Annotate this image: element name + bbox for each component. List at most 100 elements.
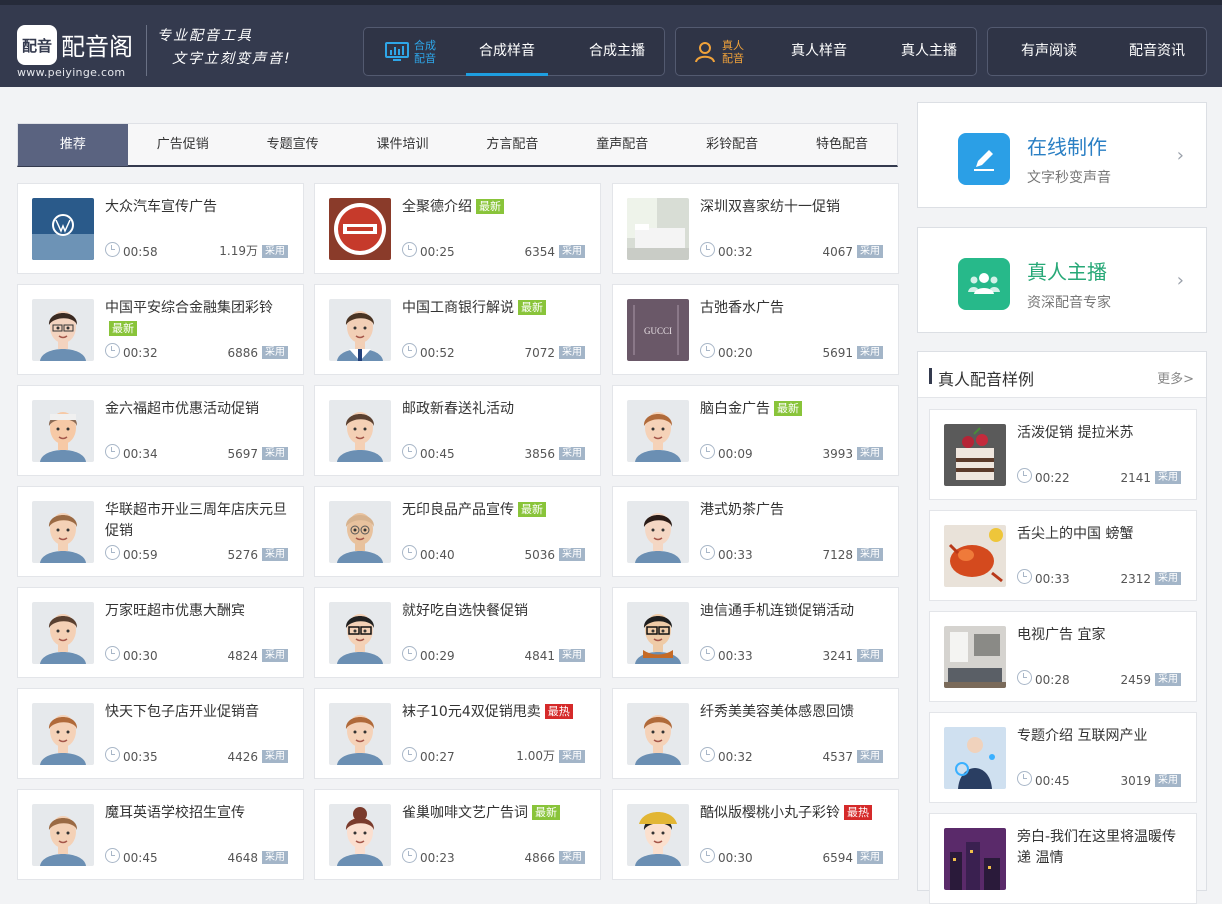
- sample-card[interactable]: 纤秀美美容美体感恩回馈 00:32 4537 采用: [612, 688, 899, 779]
- tab-3[interactable]: 专题宣传: [238, 124, 348, 166]
- chevron-right-icon[interactable]: ›: [1177, 145, 1184, 166]
- human-anchor-title[interactable]: 真人主播: [1027, 256, 1107, 285]
- use-button[interactable]: 采用: [262, 548, 288, 561]
- thumbnail-man-glasses[interactable]: [329, 602, 391, 664]
- card-title-text[interactable]: 舌尖上的中国 螃蟹: [1017, 526, 1133, 542]
- card-title-text[interactable]: 深圳双喜家纺十一促销: [700, 199, 840, 215]
- human-anchor-panel[interactable]: 真人主播 资深配音专家 ›: [917, 227, 1207, 333]
- card-title[interactable]: 迪信通手机连锁促销活动: [700, 601, 890, 622]
- thumbnail-woman[interactable]: [32, 804, 94, 866]
- sample-card[interactable]: 袜子10元4双促销甩卖 最热 00:27 1.00万 采用: [314, 688, 601, 779]
- sample-card[interactable]: 金六福超市优惠活动促销 00:34 5697 采用: [17, 385, 304, 476]
- use-button[interactable]: 采用: [857, 851, 883, 864]
- card-title[interactable]: 脑白金广告 最新: [700, 399, 890, 420]
- tab-6[interactable]: 童声配音: [567, 124, 677, 166]
- thumbnail-city[interactable]: [944, 828, 1006, 890]
- nav-human-sample[interactable]: 真人样音: [778, 28, 860, 75]
- nav-audiobook[interactable]: 有声阅读: [1008, 28, 1090, 75]
- thumbnail-interior[interactable]: [944, 626, 1006, 688]
- card-title-text[interactable]: 脑白金广告: [700, 401, 770, 417]
- nav-human-anchor[interactable]: 真人主播: [888, 28, 970, 75]
- card-title[interactable]: 华联超市开业三周年店庆元旦促销: [105, 500, 295, 542]
- card-title[interactable]: 快天下包子店开业促销音: [105, 702, 295, 723]
- thumbnail-girl-hat[interactable]: [627, 804, 689, 866]
- thumbnail-boy[interactable]: [627, 400, 689, 462]
- card-title-text[interactable]: 邮政新春送礼活动: [402, 401, 514, 417]
- use-button[interactable]: 采用: [559, 649, 585, 662]
- sample-card[interactable]: 邮政新春送礼活动 00:45 3856 采用: [314, 385, 601, 476]
- use-button[interactable]: 采用: [262, 245, 288, 258]
- card-title-text[interactable]: 魔耳英语学校招生宣传: [105, 805, 245, 821]
- use-button[interactable]: 采用: [262, 851, 288, 864]
- card-title[interactable]: 酷似版樱桃小丸子彩铃 最热: [700, 803, 890, 824]
- brand-name[interactable]: 配音阁: [61, 27, 133, 62]
- use-button[interactable]: 采用: [559, 750, 585, 763]
- use-button[interactable]: 采用: [857, 447, 883, 460]
- use-button[interactable]: 采用: [1155, 572, 1181, 585]
- sample-list-item[interactable]: 舌尖上的中国 螃蟹 00:33 2312 采用: [929, 510, 1197, 601]
- use-button[interactable]: 采用: [262, 447, 288, 460]
- card-title[interactable]: 雀巢咖啡文艺广告词 最新: [402, 803, 592, 824]
- card-title-text[interactable]: 活泼促销 提拉米苏: [1017, 425, 1133, 441]
- chevron-right-icon[interactable]: ›: [1177, 270, 1184, 291]
- sample-card[interactable]: 就好吃自选快餐促销 00:29 4841 采用: [314, 587, 601, 678]
- thumbnail-girl-anime[interactable]: [329, 804, 391, 866]
- tab-5[interactable]: 方言配音: [458, 124, 568, 166]
- card-title-text[interactable]: 全聚德介绍: [402, 199, 472, 215]
- thumbnail-gucci[interactable]: GUCCI: [627, 299, 689, 361]
- card-title[interactable]: 古弛香水广告: [700, 298, 890, 319]
- card-title[interactable]: 中国平安综合金融集团彩铃最新: [105, 298, 295, 340]
- use-button[interactable]: 采用: [262, 649, 288, 662]
- tab-7[interactable]: 彩铃配音: [677, 124, 787, 166]
- card-title-text[interactable]: 就好吃自选快餐促销: [402, 603, 528, 619]
- use-button[interactable]: 采用: [857, 245, 883, 258]
- more-link[interactable]: 更多>: [1157, 368, 1194, 387]
- thumbnail-boy[interactable]: [329, 703, 391, 765]
- thumbnail-woman[interactable]: [32, 501, 94, 563]
- online-production-title[interactable]: 在线制作: [1027, 131, 1107, 160]
- use-button[interactable]: 采用: [1155, 774, 1181, 787]
- thumbnail-cake[interactable]: [944, 424, 1006, 486]
- brand-logo-icon[interactable]: 配音: [17, 25, 57, 65]
- card-title-text[interactable]: 华联超市开业三周年店庆元旦促销: [105, 502, 287, 539]
- card-title-text[interactable]: 酷似版樱桃小丸子彩铃: [700, 805, 840, 821]
- card-title-text[interactable]: 金六福超市优惠活动促销: [105, 401, 259, 417]
- card-title-text[interactable]: 中国平安综合金融集团彩铃: [105, 300, 273, 316]
- sample-card[interactable]: 港式奶茶广告 00:33 7128 采用: [612, 486, 899, 577]
- tab-2[interactable]: 广告促销: [128, 124, 238, 166]
- thumbnail-plate[interactable]: [329, 198, 391, 260]
- sample-card[interactable]: 深圳双喜家纺十一促销 00:32 4067 采用: [612, 183, 899, 274]
- card-title-text[interactable]: 无印良品产品宣传: [402, 502, 514, 518]
- card-title-text[interactable]: 大众汽车宣传广告: [105, 199, 217, 215]
- use-button[interactable]: 采用: [559, 548, 585, 561]
- use-button[interactable]: 采用: [857, 548, 883, 561]
- tab-4[interactable]: 课件培训: [348, 124, 458, 166]
- sample-list-item[interactable]: 活泼促销 提拉米苏 00:22 2141 采用: [929, 409, 1197, 500]
- card-title-text[interactable]: 快天下包子店开业促销音: [105, 704, 259, 720]
- card-title-text[interactable]: 古弛香水广告: [700, 300, 784, 316]
- card-title[interactable]: 深圳双喜家纺十一促销: [700, 197, 890, 218]
- sample-list-item[interactable]: 旁白-我们在这里将温暖传递 温情: [929, 813, 1197, 904]
- use-button[interactable]: 采用: [559, 851, 585, 864]
- card-title-text[interactable]: 旁白-我们在这里将温暖传递 温情: [1017, 829, 1176, 866]
- card-title[interactable]: 无印良品产品宣传 最新: [402, 500, 592, 521]
- thumbnail-boy[interactable]: [627, 703, 689, 765]
- use-button[interactable]: 采用: [559, 346, 585, 359]
- use-button[interactable]: 采用: [559, 447, 585, 460]
- thumbnail-crab[interactable]: [944, 525, 1006, 587]
- thumbnail-room[interactable]: [627, 198, 689, 260]
- thumbnail-man[interactable]: [32, 602, 94, 664]
- sample-card[interactable]: 全聚德介绍 最新 00:25 6354 采用: [314, 183, 601, 274]
- use-button[interactable]: 采用: [857, 649, 883, 662]
- use-button[interactable]: 采用: [857, 750, 883, 763]
- card-title[interactable]: 旁白-我们在这里将温暖传递 温情: [1017, 827, 1189, 869]
- card-title[interactable]: 邮政新春送礼活动: [402, 399, 592, 420]
- card-title[interactable]: 舌尖上的中国 螃蟹: [1017, 524, 1189, 545]
- thumbnail-oldman[interactable]: [329, 501, 391, 563]
- card-title[interactable]: 大众汽车宣传广告: [105, 197, 295, 218]
- sample-card[interactable]: 中国平安综合金融集团彩铃最新 00:32 6886 采用: [17, 284, 304, 375]
- card-title[interactable]: 袜子10元4双促销甩卖 最热: [402, 702, 592, 723]
- tab-8[interactable]: 特色配音: [787, 124, 897, 166]
- sample-card[interactable]: 大众汽车宣传广告 00:58 1.19万 采用: [17, 183, 304, 274]
- card-title-text[interactable]: 专题介绍 互联网产业: [1017, 728, 1147, 744]
